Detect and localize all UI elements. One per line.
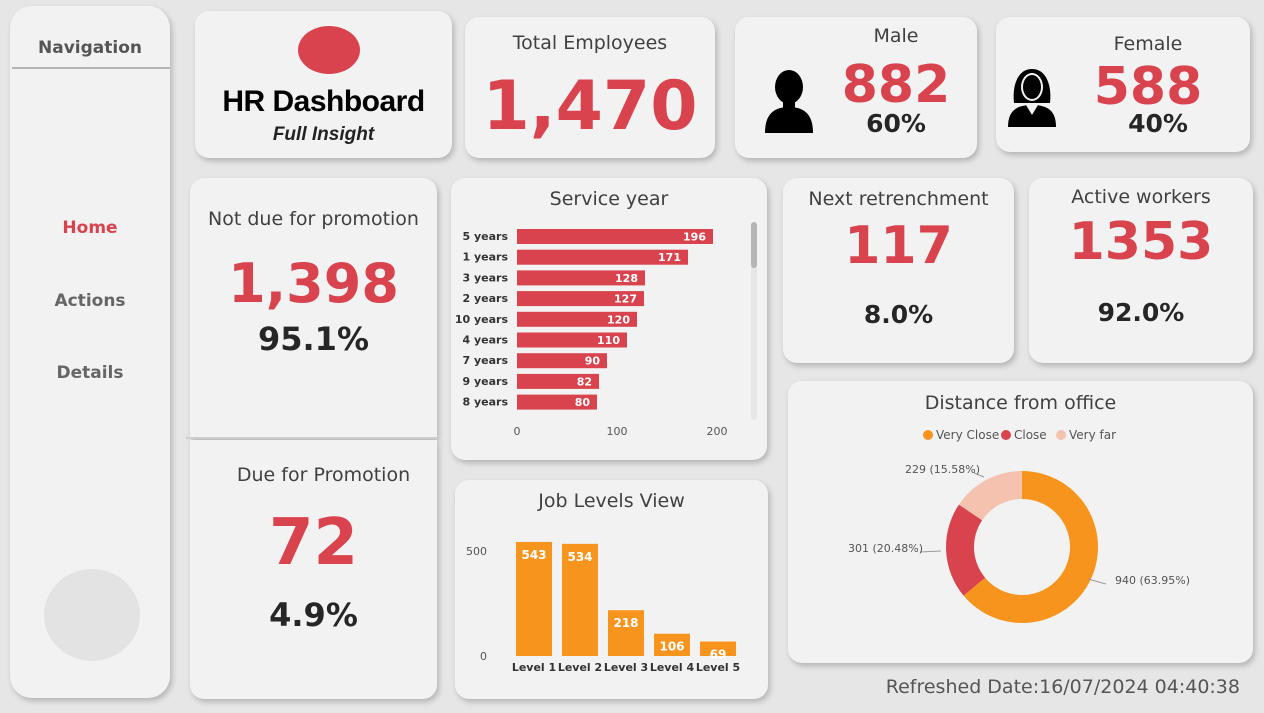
service-x-tick: 100 [607, 425, 628, 438]
service-category-label: 3 years [462, 271, 508, 284]
service-x-tick: 0 [514, 425, 521, 438]
job-level-label: Level 4 [650, 661, 695, 674]
service-bar-value: 110 [597, 334, 620, 347]
service-bar-value: 127 [614, 293, 637, 306]
job-level-label: Level 3 [604, 661, 648, 674]
retrenchment-title: Next retrenchment [808, 188, 989, 210]
due-title: Due for Promotion [236, 464, 411, 486]
active-workers-title: Active workers [1071, 186, 1211, 208]
service-category-label: 7 years [462, 354, 508, 367]
total-employees-card: Total Employees 1,470 [465, 17, 715, 158]
service-bar-value: 82 [577, 375, 592, 388]
job-level-value: 218 [613, 616, 638, 630]
logo-card: HR Dashboard Full Insight [195, 11, 452, 158]
job-levels-chart-card: Job Levels View 0 500 543 Level 1 534 Level 2… [455, 480, 768, 699]
male-count: 882 [841, 55, 951, 115]
service-category-label: 5 years [462, 230, 508, 243]
service-year-chart: 5 years 196 1 years 171 3 years 128 2 years 127… [455, 222, 757, 438]
active-workers-value: 1353 [1068, 212, 1214, 272]
promotion-divider [186, 437, 438, 439]
distance-legend-label: Close [1014, 428, 1047, 442]
female-count: 588 [1093, 57, 1203, 117]
not-due-value: 1,398 [228, 252, 399, 315]
job-level-value: 69 [710, 648, 727, 662]
not-due-percent: 95.1% [257, 320, 369, 358]
job-level-value: 106 [659, 640, 684, 654]
active-workers-card: Active workers 1353 92.0% [1029, 178, 1253, 363]
distance-legend-label: Very Close [936, 428, 999, 442]
female-card: Female 588 40% [996, 17, 1250, 152]
female-percent: 40% [1128, 109, 1188, 138]
service-bar-value: 196 [683, 231, 706, 244]
male-percent: 60% [866, 109, 926, 138]
job-levels-chart: 0 500 543 Level 1 534 Level 2 218 Level 3 106 Lev… [466, 541, 740, 674]
distance-slice-label: 940 (63.95%) [1115, 574, 1190, 587]
retrenchment-percent: 8.0% [863, 300, 934, 329]
navigation-panel: Navigation Home Actions Details [10, 6, 170, 698]
distance-slice-label: 301 (20.48%) [848, 542, 923, 555]
nav-actions-button[interactable]: Actions [10, 291, 170, 311]
service-x-tick: 200 [707, 425, 728, 438]
service-category-label: 1 years [462, 251, 508, 264]
navigation-divider [12, 67, 170, 69]
nav-details-button[interactable]: Details [10, 363, 170, 383]
dashboard-title: HR Dashboard [222, 85, 425, 118]
job-level-value: 534 [567, 550, 592, 564]
retrenchment-value: 117 [844, 216, 953, 276]
not-due-promotion-card: Not due for promotion 1,398 95.1% [190, 178, 437, 438]
service-bar-value: 80 [575, 396, 591, 409]
service-scrollbar-thumb[interactable] [751, 222, 757, 268]
due-promotion-card: Due for Promotion 72 4.9% [190, 440, 437, 699]
service-bar-value: 171 [658, 251, 681, 264]
distance-legend-marker [923, 430, 933, 440]
service-category-label: 8 years [462, 396, 508, 409]
nav-circle-button[interactable] [44, 569, 140, 661]
job-level-label: Level 2 [558, 661, 602, 674]
service-bar-value: 120 [607, 313, 630, 326]
not-due-title: Not due for promotion [208, 208, 419, 230]
total-employees-title: Total Employees [512, 32, 668, 54]
total-employees-value: 1,470 [482, 67, 698, 146]
male-title: Male [873, 25, 919, 47]
logo-dot-icon [298, 26, 360, 74]
job-level-label: Level 5 [696, 661, 740, 674]
nav-home-button[interactable]: Home [10, 218, 170, 238]
service-bar-value: 128 [615, 272, 638, 285]
service-bar-value: 90 [585, 355, 601, 368]
distance-legend-marker [1056, 430, 1066, 440]
service-category-label: 2 years [462, 292, 508, 305]
due-value: 72 [268, 506, 359, 580]
distance-chart-card: Distance from office Very Close Close Very… [788, 381, 1253, 663]
service-category-label: 10 years [455, 313, 509, 326]
active-workers-percent: 92.0% [1097, 298, 1185, 327]
male-person-icon [765, 70, 813, 133]
male-card: Male 882 60% [735, 17, 977, 158]
distance-donut-chart: Very Close Close Very far 940 (63.95%) 301 (… [848, 428, 1190, 623]
job-level-value: 543 [521, 548, 546, 562]
service-year-chart-card: Service year 5 years 196 1 years 171 3 years… [451, 178, 767, 460]
distance-legend-label: Very far [1069, 428, 1116, 442]
service-category-label: 4 years [462, 334, 508, 347]
refreshed-date: Refreshed Date:16/07/2024 04:40:38 [885, 676, 1240, 698]
female-title: Female [1113, 33, 1183, 55]
distance-leader-line [1087, 578, 1107, 585]
distance-legend-marker [1001, 430, 1011, 440]
job-y-tick: 0 [480, 650, 487, 663]
due-percent: 4.9% [269, 596, 358, 634]
job-y-tick: 500 [466, 545, 487, 558]
next-retrenchment-card: Next retrenchment 117 8.0% [783, 178, 1014, 363]
distance-slice-label: 229 (15.58%) [905, 463, 980, 476]
job-level-label: Level 1 [512, 661, 556, 674]
dashboard-subtitle: Full Insight [272, 124, 375, 145]
navigation-heading: Navigation [38, 38, 142, 58]
service-category-label: 9 years [462, 375, 508, 388]
distance-leader-line [919, 550, 942, 553]
